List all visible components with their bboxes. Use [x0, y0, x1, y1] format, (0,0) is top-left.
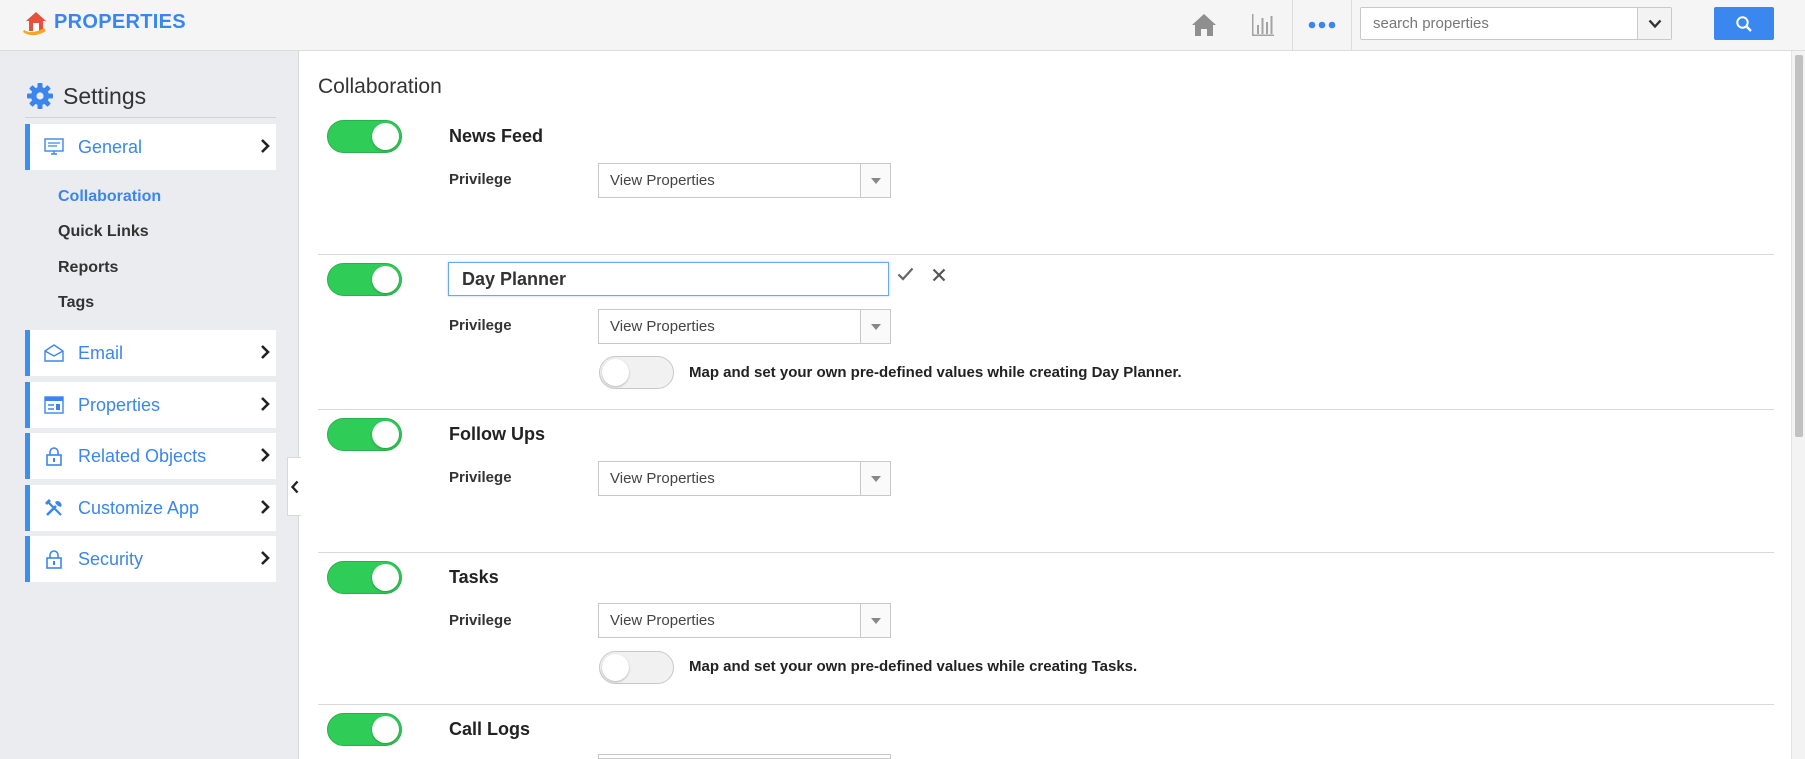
- day-planner-map-toggle[interactable]: [599, 356, 674, 389]
- sidebar-item-label: Properties: [78, 394, 161, 415]
- sidebar-item-security[interactable]: Security: [25, 536, 276, 582]
- toggle-knob: [372, 123, 399, 150]
- sidebar-item-label: General: [78, 136, 143, 157]
- section-title-call-logs: Call Logs: [449, 719, 531, 739]
- select-value: View Properties: [610, 470, 715, 487]
- caret-down-icon: [860, 604, 890, 637]
- section-divider: [318, 254, 1774, 255]
- brand[interactable]: PROPERTIES: [22, 8, 186, 36]
- sidebar-item-email[interactable]: Email: [25, 330, 276, 376]
- home-icon[interactable]: [1188, 9, 1220, 41]
- scrollbar-thumb[interactable]: [1795, 55, 1803, 437]
- lock-icon: [43, 445, 65, 467]
- section-name-input[interactable]: [449, 263, 888, 295]
- lock-icon: [43, 548, 65, 570]
- main-scrollbar[interactable]: [1791, 51, 1805, 759]
- house-logo-icon: [22, 8, 50, 36]
- sidebar-item-general[interactable]: General: [25, 124, 276, 170]
- section-title-follow-ups: Follow Ups: [449, 424, 545, 444]
- chevron-right-icon: [260, 396, 270, 417]
- confirm-check-icon[interactable]: [897, 267, 914, 286]
- privilege-label: Privilege: [449, 469, 512, 486]
- section-title-tasks: Tasks: [449, 567, 499, 587]
- gear-icon: [25, 81, 55, 116]
- subnav-collaboration[interactable]: Collaboration: [58, 188, 161, 206]
- news-feed-toggle[interactable]: [327, 120, 402, 153]
- sidebar-item-label: Customize App: [78, 497, 200, 518]
- chart-icon[interactable]: [1249, 9, 1277, 41]
- chevron-down-icon: [1648, 19, 1661, 28]
- tasks-toggle[interactable]: [327, 561, 402, 594]
- chevron-right-icon: [260, 138, 270, 159]
- call-logs-toggle[interactable]: [327, 713, 402, 746]
- tasks-privilege-select[interactable]: View Properties: [598, 603, 891, 638]
- sidebar-title: Settings: [63, 83, 147, 109]
- more-icon[interactable]: [1306, 9, 1338, 41]
- form-icon: [43, 394, 65, 416]
- call-logs-privilege-select[interactable]: [598, 754, 891, 759]
- follow-ups-privilege-select[interactable]: View Properties: [598, 461, 891, 496]
- section-title-news-feed: News Feed: [449, 126, 544, 146]
- search-icon: [1736, 15, 1752, 32]
- search-button[interactable]: [1714, 7, 1774, 40]
- toggle-knob: [372, 266, 399, 293]
- subnav-tags[interactable]: Tags: [58, 294, 94, 312]
- toggle-knob: [372, 716, 399, 743]
- top-bar: PROPERTIES: [0, 0, 1805, 51]
- search-input[interactable]: [1361, 8, 1671, 39]
- day-planner-toggle[interactable]: [327, 263, 402, 296]
- toggle-knob: [372, 421, 399, 448]
- sidebar: Settings General Collaboration Quick Lin…: [0, 51, 299, 759]
- chevron-right-icon: [260, 447, 270, 468]
- settings-header: Settings: [25, 81, 276, 118]
- app-name: PROPERTIES: [54, 10, 186, 33]
- day-planner-privilege-select[interactable]: View Properties: [598, 309, 891, 344]
- section-divider: [318, 409, 1774, 410]
- chevron-right-icon: [260, 499, 270, 520]
- chevron-right-icon: [260, 550, 270, 571]
- caret-down-icon: [860, 164, 890, 197]
- toggle-knob: [372, 564, 399, 591]
- select-value: View Properties: [610, 318, 715, 335]
- sidebar-item-label: Related Objects: [78, 445, 207, 466]
- chevron-left-icon: [290, 480, 298, 493]
- sidebar-item-label: Email: [78, 342, 124, 363]
- search-dropdown-button[interactable]: [1637, 8, 1671, 39]
- section-divider: [318, 552, 1774, 553]
- follow-ups-toggle[interactable]: [327, 418, 402, 451]
- sidebar-item-properties[interactable]: Properties: [25, 382, 276, 428]
- caret-down-icon: [860, 462, 890, 495]
- section-divider: [318, 704, 1774, 705]
- privilege-label: Privilege: [449, 612, 512, 629]
- news-feed-privilege-select[interactable]: View Properties: [598, 163, 891, 198]
- page-title: Collaboration: [318, 75, 442, 98]
- sidebar-item-customize-app[interactable]: Customize App: [25, 485, 276, 531]
- subnav-reports[interactable]: Reports: [58, 259, 118, 277]
- sidebar-item-related-objects[interactable]: Related Objects: [25, 433, 276, 479]
- tools-icon: [43, 497, 65, 519]
- monitor-icon: [43, 136, 65, 158]
- caret-down-icon: [860, 310, 890, 343]
- search-box: [1360, 7, 1672, 40]
- toggle-knob: [602, 654, 629, 681]
- subnav-quick-links[interactable]: Quick Links: [58, 223, 149, 241]
- map-values-text: Map and set your own pre-defined values …: [689, 364, 1182, 381]
- select-value: View Properties: [610, 172, 715, 189]
- day-planner-name-field: [448, 262, 889, 296]
- collapse-sidebar-button[interactable]: [287, 457, 301, 516]
- privilege-label: Privilege: [449, 317, 512, 334]
- sidebar-item-label: Security: [78, 548, 144, 569]
- top-divider: [1292, 0, 1293, 51]
- privilege-label: Privilege: [449, 171, 512, 188]
- chevron-right-icon: [260, 344, 270, 365]
- map-values-text: Map and set your own pre-defined values …: [689, 658, 1138, 675]
- tasks-map-toggle[interactable]: [599, 651, 674, 684]
- toggle-knob: [602, 359, 629, 386]
- top-divider: [1351, 0, 1352, 51]
- cancel-close-icon[interactable]: [932, 268, 946, 287]
- select-value: View Properties: [610, 612, 715, 629]
- envelope-icon: [43, 342, 65, 364]
